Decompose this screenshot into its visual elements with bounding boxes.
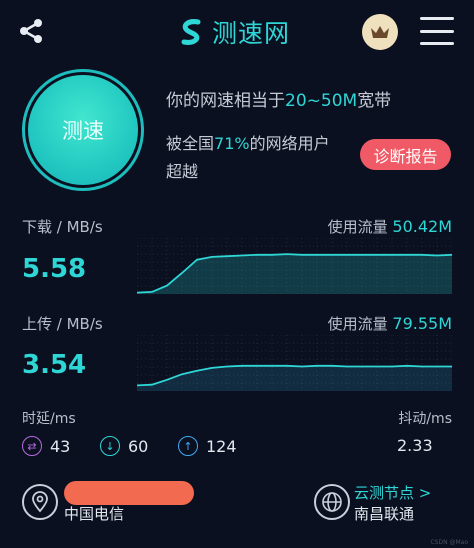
down-latency-value: 60 bbox=[128, 436, 149, 456]
crown-icon[interactable] bbox=[362, 14, 398, 50]
cloud-test-node-link[interactable]: 云测节点 > bbox=[354, 482, 431, 503]
globe-icon bbox=[314, 484, 350, 520]
location-pin-icon bbox=[22, 484, 58, 520]
jitter-value: 2.33 bbox=[397, 436, 433, 455]
down-latency-stat: ↓ 60 bbox=[100, 436, 148, 456]
download-speed: 5.58 bbox=[22, 254, 87, 284]
isp-redacted-mark bbox=[64, 481, 194, 505]
jitter-label: 抖动/ms bbox=[398, 411, 452, 427]
ping-stat: ⇄ 43 bbox=[22, 436, 70, 456]
download-usage: 使用流量 50.42M bbox=[328, 216, 452, 237]
rank-summary-line2: 超越 bbox=[166, 162, 199, 181]
up-latency-stat: ↑ 124 bbox=[178, 436, 237, 456]
s-logo-icon bbox=[181, 19, 201, 45]
diagnosis-report-button[interactable]: 诊断报告 bbox=[360, 139, 451, 170]
brand: 测速网 bbox=[176, 14, 290, 50]
test-node-name: 南昌联通 bbox=[354, 505, 415, 523]
chart-area-fill bbox=[137, 254, 452, 294]
share-icon[interactable] bbox=[14, 14, 48, 48]
bandwidth-summary: 你的网速相当于20~50M宽带 bbox=[166, 86, 391, 111]
rank-prefix: 被全国 bbox=[166, 134, 215, 153]
upload-speed-chart bbox=[137, 335, 452, 391]
watermark: CSDN @Mao bbox=[430, 539, 468, 546]
download-usage-label: 使用流量 bbox=[327, 218, 388, 236]
arrow-down-icon: ↓ bbox=[100, 436, 120, 456]
isp-name: 中国电信 bbox=[64, 505, 125, 523]
download-speed-chart bbox=[137, 238, 452, 294]
ping-value: 43 bbox=[50, 436, 71, 456]
speed-test-ring: 测速 bbox=[22, 69, 144, 191]
upload-usage-value: 79.55M bbox=[392, 314, 452, 333]
ping-icon: ⇄ bbox=[22, 436, 42, 456]
hamburger-menu-icon[interactable] bbox=[420, 17, 454, 45]
rank-suffix: 的网络用户 bbox=[249, 134, 330, 153]
arrow-up-icon: ↑ bbox=[178, 436, 198, 456]
up-latency-value: 124 bbox=[206, 436, 237, 456]
top-bar: 测速网 bbox=[0, 0, 474, 64]
start-speed-test-button[interactable]: 测速 bbox=[28, 75, 138, 185]
rank-summary: 被全国71%的网络用户 bbox=[166, 130, 330, 154]
latency-label: 时延/ms bbox=[22, 411, 76, 427]
jitter-stat: 2.33 bbox=[397, 436, 433, 455]
chart-area-fill bbox=[137, 365, 452, 391]
rank-percent: 71% bbox=[214, 134, 250, 153]
bandwidth-prefix: 你的网速相当于 bbox=[166, 91, 285, 111]
upload-usage: 使用流量 79.55M bbox=[328, 313, 452, 334]
bandwidth-value: 20~50M bbox=[285, 91, 358, 111]
brand-title: 测速网 bbox=[212, 19, 291, 48]
download-label: 下载 / MB/s bbox=[22, 218, 103, 236]
upload-speed: 3.54 bbox=[22, 350, 87, 380]
download-usage-value: 50.42M bbox=[392, 217, 452, 236]
upload-label: 上传 / MB/s bbox=[22, 315, 103, 333]
bandwidth-suffix: 宽带 bbox=[357, 91, 392, 111]
upload-usage-label: 使用流量 bbox=[327, 315, 388, 333]
